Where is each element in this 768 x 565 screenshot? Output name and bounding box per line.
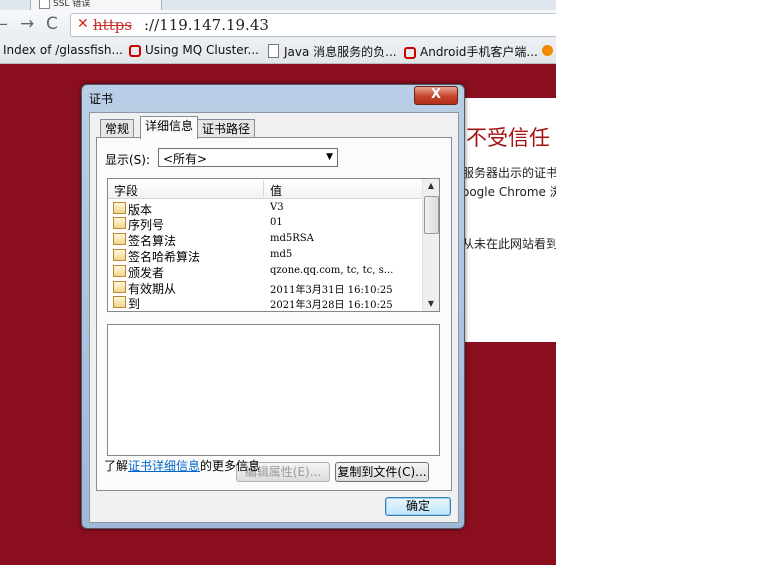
field-value: md5	[270, 249, 293, 260]
certificate-field-icon	[113, 249, 126, 261]
list-item[interactable]: 有效期从 2011年3月31日 16:10:25	[108, 280, 422, 296]
details-panel: 显示(S): <所有> ▼ 字段 值 版本 V3 序列号 01 签名算法 md5…	[96, 137, 452, 491]
tab-general[interactable]: 常规	[100, 119, 135, 138]
certificate-field-icon	[113, 217, 126, 229]
field-value: md5RSA	[270, 233, 314, 244]
page-icon	[39, 0, 50, 9]
tab-details[interactable]: 详细信息	[140, 116, 199, 139]
field-value: 01	[270, 217, 283, 228]
address-bar[interactable]: ✕ https ://119.147.19.43	[70, 13, 556, 37]
certificate-error-icon[interactable]: ✕	[77, 16, 89, 32]
field-value: qzone.qq.com, tc, tc, s...	[270, 265, 394, 276]
show-select-value: <所有>	[163, 152, 208, 166]
list-item[interactable]: 到 2021年3月28日 16:10:25	[108, 295, 422, 311]
close-button[interactable]: X	[414, 86, 458, 105]
bookmark-mq-cluster[interactable]: Using MQ Cluster...	[129, 43, 259, 57]
list-item[interactable]: 签名算法 md5RSA	[108, 232, 422, 248]
chevron-down-icon: ▼	[326, 152, 333, 162]
list-item[interactable]: 颁发者 qzone.qq.com, tc, tc, s...	[108, 264, 422, 280]
certificate-field-icon	[113, 265, 126, 277]
tab-cert-path[interactable]: 证书路径	[197, 119, 256, 138]
document-icon	[268, 44, 279, 58]
show-select[interactable]: <所有> ▼	[158, 148, 338, 167]
field-name: 签名算法	[128, 234, 177, 248]
learn-suffix: 的更多信息	[200, 459, 261, 473]
certificate-dialog: 证书 X 常规 详细信息 证书路径 显示(S): <所有> ▼ 字段 值 版本 …	[81, 84, 465, 529]
warning-line: 服务器出示的证书	[462, 166, 556, 180]
warning-line: 从未在此网站看到过	[462, 237, 556, 251]
red-c-icon	[404, 47, 416, 59]
certificate-field-icon	[113, 202, 126, 214]
url-host: ://119.147.19.43	[144, 16, 269, 34]
dialog-client: 常规 详细信息 证书路径 显示(S): <所有> ▼ 字段 值 版本 V3 序列…	[89, 112, 459, 523]
cert-details-link[interactable]: 证书详细信息	[128, 459, 200, 473]
column-header-value[interactable]: 值	[270, 182, 282, 199]
bookmark-android[interactable]: Android手机客户端...	[404, 43, 538, 60]
learn-more-text: 了解证书详细信息的更多信息	[104, 457, 260, 474]
field-name: 到	[128, 297, 141, 311]
field-value: 2011年3月31日 16:10:25	[270, 285, 393, 296]
show-label: 显示(S):	[105, 153, 151, 167]
orange-rss-icon	[542, 45, 553, 56]
certificate-field-icon	[113, 281, 126, 293]
scroll-up-icon[interactable]: ▲	[423, 179, 439, 193]
dialog-title: 证书	[89, 92, 114, 106]
bookmark-java-jms[interactable]: Java 消息服务的负...	[268, 43, 397, 60]
list-item[interactable]: 签名哈希算法 md5	[108, 248, 422, 264]
field-value: 2021年3月28日 16:10:25	[270, 300, 393, 311]
column-header-field[interactable]: 字段	[114, 182, 138, 199]
copy-to-file-button[interactable]: 复制到文件(C)...	[335, 462, 429, 482]
back-icon[interactable]: ‒	[0, 14, 8, 34]
learn-prefix: 了解	[104, 459, 129, 473]
field-name: 颁发者	[128, 266, 165, 280]
bookmark-glassfish[interactable]: Index of /glassfish...	[3, 43, 123, 57]
field-detail-box[interactable]	[107, 324, 440, 456]
field-name: 签名哈希算法	[128, 250, 201, 264]
certificate-field-icon	[113, 233, 126, 245]
warning-title: 不受信任	[466, 126, 550, 150]
reload-icon[interactable]: C	[46, 14, 58, 34]
field-name: 序列号	[128, 218, 165, 232]
scroll-down-icon[interactable]: ▼	[423, 297, 439, 311]
list-item[interactable]: 版本 V3	[108, 201, 422, 217]
browser-toolbar: ‒ → C ✕ https ://119.147.19.43	[0, 10, 556, 38]
scroll-thumb[interactable]	[424, 196, 439, 234]
list-scrollbar[interactable]: ▲ ▼	[422, 179, 439, 311]
column-divider[interactable]	[263, 180, 264, 197]
bookmark-rss[interactable]	[542, 43, 553, 57]
warning-line: oogle Chrome 浏	[462, 185, 556, 199]
list-header: 字段 值	[108, 179, 422, 199]
forward-arrow-icon[interactable]: →	[20, 14, 34, 34]
fields-list[interactable]: 字段 值 版本 V3 序列号 01 签名算法 md5RSA 签名哈希算法 md5…	[107, 178, 440, 312]
red-c-icon	[129, 45, 141, 57]
certificate-field-icon	[113, 296, 126, 308]
list-item[interactable]: 序列号 01	[108, 216, 422, 232]
field-value: V3	[270, 202, 284, 213]
bookmarks-bar: Index of /glassfish... Using MQ Cluster.…	[0, 38, 556, 64]
ok-button[interactable]: 确定	[385, 497, 451, 516]
url-scheme: https	[93, 16, 133, 34]
tab-title: SSL 错误	[53, 0, 91, 9]
